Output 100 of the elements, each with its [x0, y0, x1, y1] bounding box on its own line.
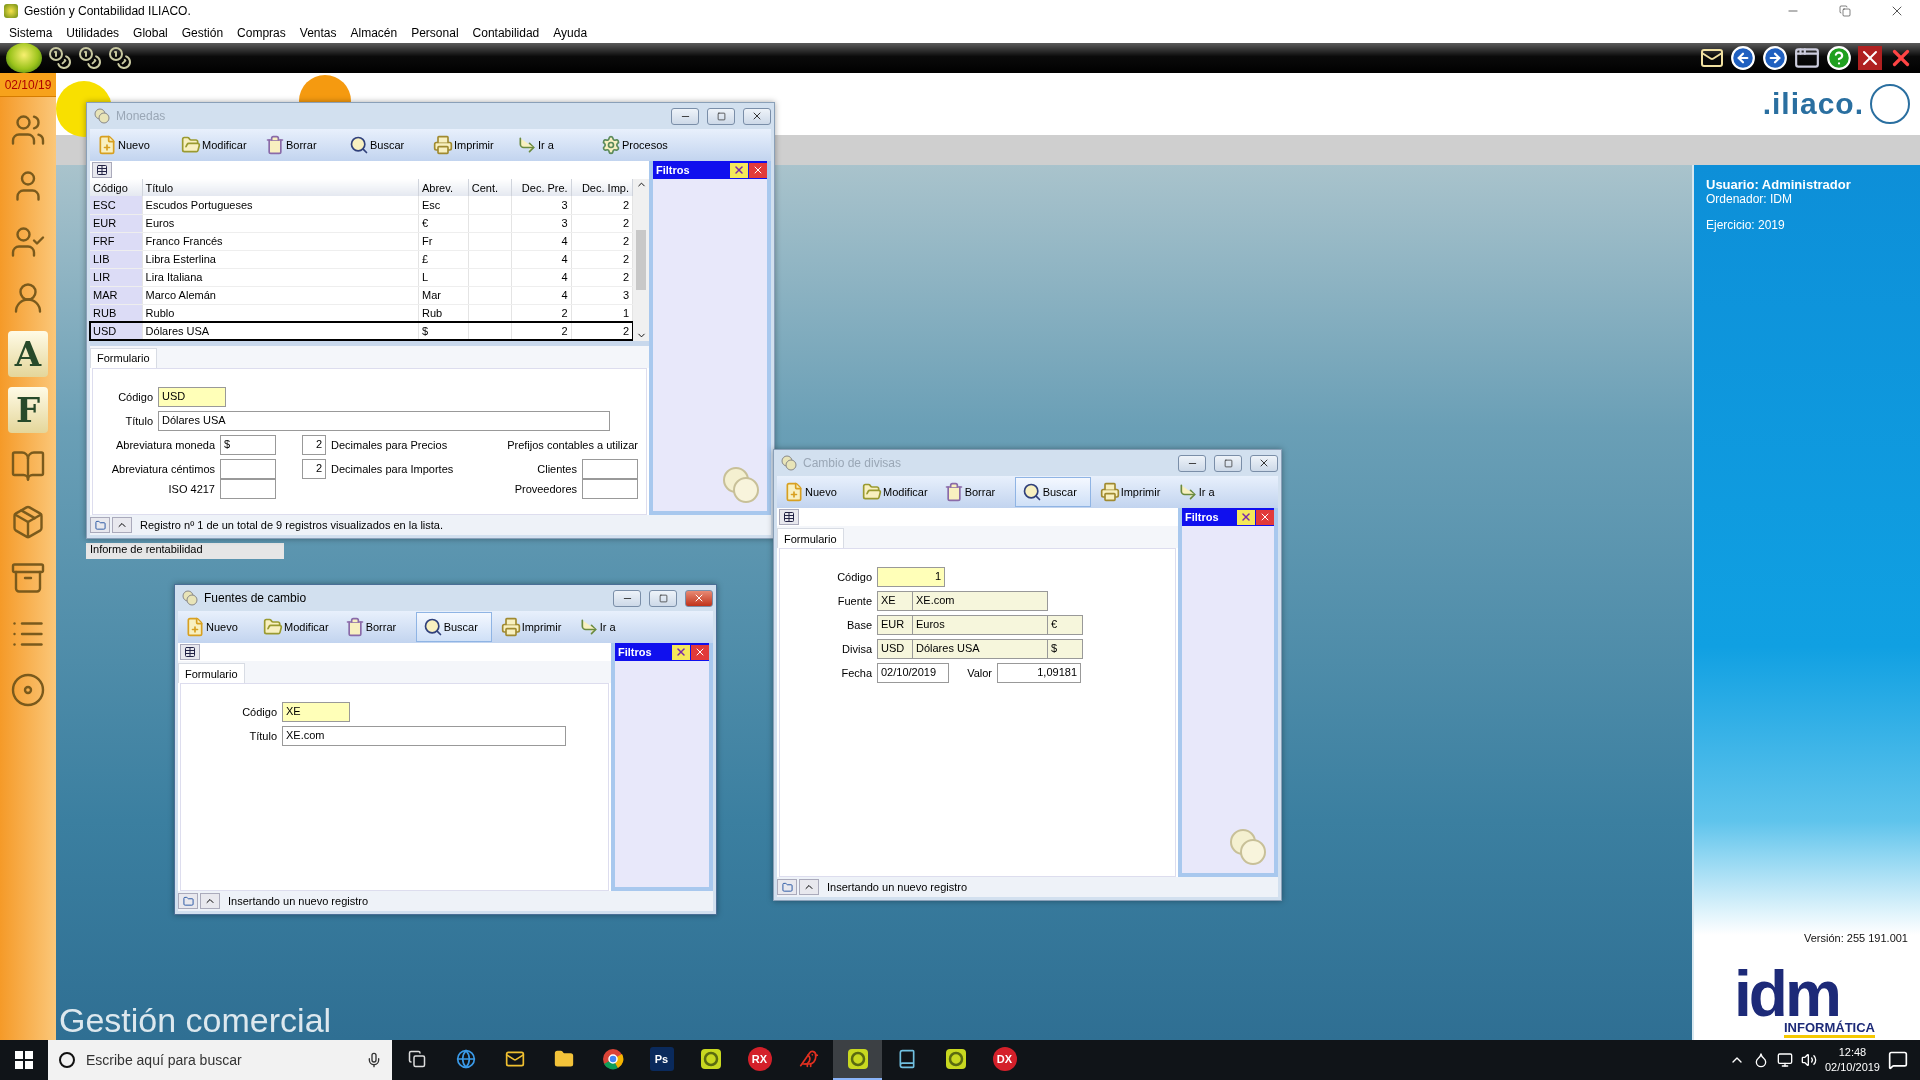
- menu-item[interactable]: Compras: [230, 25, 293, 40]
- grid-view-button[interactable]: [779, 509, 799, 525]
- input-field[interactable]: 1,09181: [997, 663, 1081, 683]
- toolbar-button[interactable]: Modificar: [174, 130, 256, 160]
- help-icon[interactable]: [1826, 45, 1852, 71]
- close-button[interactable]: [743, 107, 771, 125]
- form-tab[interactable]: Formulario: [90, 347, 157, 368]
- input-field[interactable]: XE.com: [912, 591, 1048, 611]
- input-field[interactable]: [220, 478, 276, 499]
- taskbar-app[interactable]: DX: [980, 1040, 1029, 1080]
- taskbar-app[interactable]: Ps: [637, 1040, 686, 1080]
- mail-icon[interactable]: [1700, 46, 1724, 70]
- grid-view-button[interactable]: [92, 162, 112, 178]
- toolbar-button[interactable]: Borrar: [936, 477, 1013, 507]
- input-field[interactable]: XE: [282, 702, 350, 722]
- input-field[interactable]: Euros: [912, 615, 1048, 635]
- toolbar-button[interactable]: Nuevo: [90, 130, 172, 160]
- input-field[interactable]: 1: [877, 567, 945, 587]
- coins-icon[interactable]: [108, 46, 132, 70]
- maximize-button[interactable]: [649, 589, 677, 607]
- folder-button[interactable]: [777, 879, 797, 895]
- toolbar-button[interactable]: Ir a: [510, 130, 592, 160]
- toolbar-button[interactable]: Ir a: [1170, 477, 1247, 507]
- table-row[interactable]: LIR Lira Italiana L 4 2: [90, 268, 633, 286]
- collapse-button[interactable]: [112, 517, 132, 533]
- toolbar-button[interactable]: Buscar: [1014, 477, 1091, 507]
- input-field[interactable]: Dólares USA: [912, 639, 1048, 659]
- sidebar-button[interactable]: A: [8, 331, 48, 377]
- minimize-button[interactable]: [671, 107, 699, 125]
- table-row[interactable]: MAR Marco Alemán Mar 4 3: [90, 286, 633, 304]
- table-row[interactable]: FRF Franco Francés Fr 4 2: [90, 232, 633, 250]
- toolbar-button[interactable]: Procesos: [594, 130, 676, 160]
- scrollbar[interactable]: [633, 179, 649, 341]
- menu-item[interactable]: Almacén: [343, 25, 405, 40]
- toolbar-button[interactable]: Nuevo: [777, 477, 853, 507]
- input-field[interactable]: XE.com: [282, 726, 566, 746]
- scrollbar-thumb[interactable]: [636, 229, 646, 290]
- input-field[interactable]: [582, 458, 638, 479]
- input-field[interactable]: [220, 458, 276, 479]
- input-field[interactable]: $: [220, 434, 276, 455]
- toolbar-button[interactable]: Borrar: [258, 130, 340, 160]
- toolbar-button[interactable]: Borrar: [337, 612, 414, 642]
- toolbar-button[interactable]: Ir a: [571, 612, 648, 642]
- folder-button[interactable]: [90, 517, 110, 533]
- input-field[interactable]: USD: [877, 639, 913, 659]
- clear-filter-button[interactable]: [730, 162, 748, 178]
- close-icon[interactable]: [1858, 46, 1882, 70]
- taskbar-app[interactable]: RX: [735, 1040, 784, 1080]
- forward-icon[interactable]: [1762, 45, 1788, 71]
- folder-button[interactable]: [178, 893, 198, 909]
- input-field[interactable]: [582, 478, 638, 499]
- menu-item[interactable]: Sistema: [2, 25, 60, 40]
- coins-icon[interactable]: [78, 46, 102, 70]
- table-row[interactable]: RUB Rublo Rub 2 1: [90, 304, 633, 322]
- menu-item[interactable]: Gestión: [174, 25, 231, 40]
- input-field[interactable]: EUR: [877, 615, 913, 635]
- close-button[interactable]: [691, 644, 709, 660]
- menu-item[interactable]: Global: [126, 25, 175, 40]
- input-field[interactable]: $: [1047, 639, 1083, 659]
- menu-item[interactable]: Ayuda: [546, 25, 595, 40]
- input-field[interactable]: XE: [877, 591, 913, 611]
- form-tab[interactable]: Formulario: [777, 528, 844, 548]
- form-tab[interactable]: Formulario: [178, 663, 245, 683]
- maximize-button[interactable]: [1214, 454, 1242, 472]
- back-icon[interactable]: [1730, 45, 1756, 71]
- minimize-button[interactable]: [613, 589, 641, 607]
- table-row[interactable]: ESC Escudos Portugueses Esc 3 2: [90, 196, 633, 214]
- taskbar-app[interactable]: [833, 1040, 882, 1080]
- table-row[interactable]: USD Dólares USA $ 2 2: [90, 322, 633, 340]
- toolbar-button[interactable]: Imprimir: [493, 612, 570, 642]
- collapse-button[interactable]: [200, 893, 220, 909]
- input-field[interactable]: USD: [158, 386, 226, 407]
- input-field[interactable]: 2: [302, 458, 326, 479]
- menu-item[interactable]: Ventas: [292, 25, 344, 40]
- search-field[interactable]: Escribe aquí para buscar: [48, 1040, 392, 1080]
- toolbar-button[interactable]: Imprimir: [1092, 477, 1169, 507]
- clock[interactable]: 12:48 02/10/2019: [1824, 1045, 1880, 1075]
- toolbar-button[interactable]: Buscar: [415, 612, 492, 642]
- sidebar-button[interactable]: F: [8, 387, 48, 433]
- toolbar-button[interactable]: Modificar: [256, 612, 336, 642]
- orb-button[interactable]: [6, 43, 42, 73]
- table-row[interactable]: LIB Libra Esterlina £ 4 2: [90, 250, 633, 268]
- notifications-icon[interactable]: [1888, 1050, 1908, 1070]
- clear-filter-button[interactable]: [1237, 509, 1255, 525]
- minimize-button[interactable]: [1178, 454, 1206, 472]
- close-button[interactable]: [685, 589, 713, 607]
- report-item[interactable]: Informe de rentabilidad: [86, 543, 284, 559]
- toolbar-button[interactable]: Buscar: [342, 130, 424, 160]
- grid-view-button[interactable]: [180, 644, 200, 660]
- clear-filter-button[interactable]: [672, 644, 690, 660]
- input-field[interactable]: €: [1047, 615, 1083, 635]
- coins-icon[interactable]: [48, 46, 72, 70]
- menu-item[interactable]: Utilidades: [59, 25, 127, 40]
- toolbar-button[interactable]: Modificar: [855, 477, 935, 507]
- volume-icon[interactable]: [1800, 1052, 1817, 1068]
- input-field[interactable]: 2: [302, 434, 326, 455]
- close-button[interactable]: [749, 162, 767, 178]
- maximize-button[interactable]: [707, 107, 735, 125]
- toolbar-button[interactable]: Nuevo: [178, 612, 254, 642]
- table-row[interactable]: EUR Euros € 3 2: [90, 214, 633, 232]
